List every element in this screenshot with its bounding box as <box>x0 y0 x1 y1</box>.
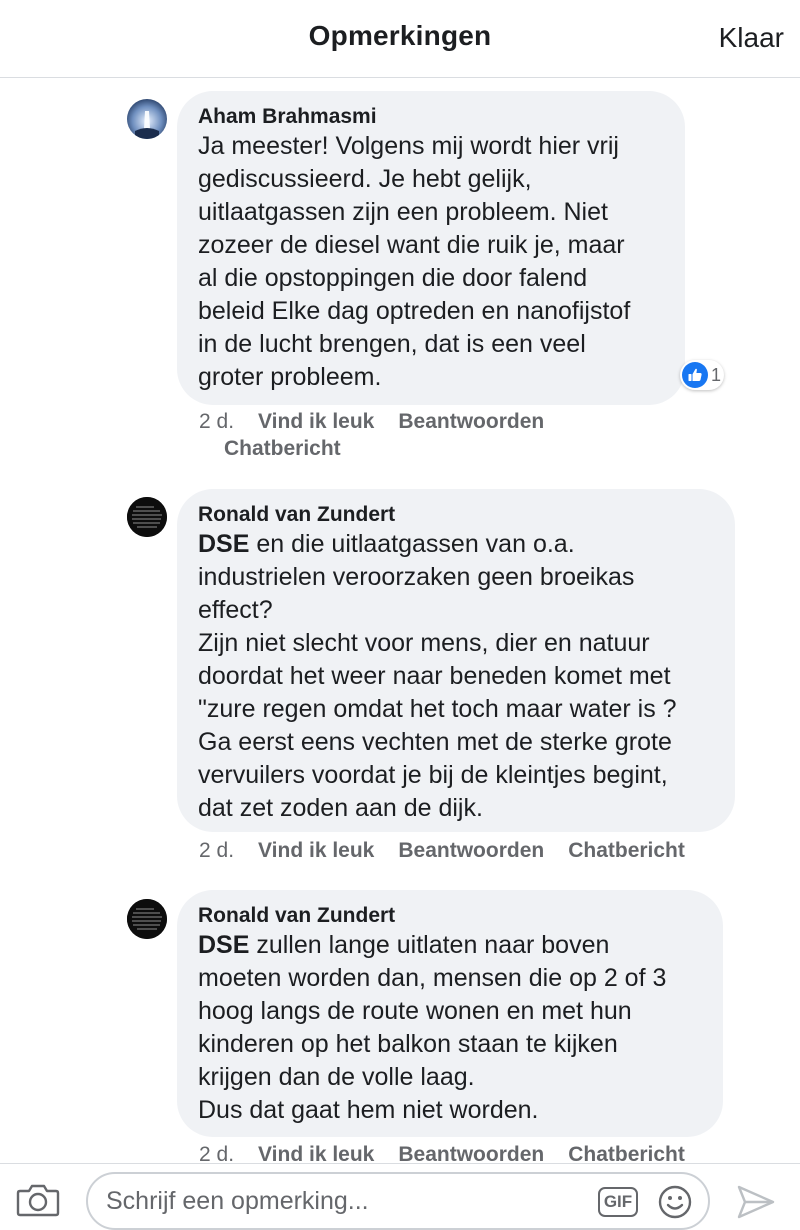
comment-author[interactable]: Ronald van Zundert <box>198 502 715 528</box>
like-link[interactable]: Vind ik leuk <box>258 839 374 862</box>
avatar[interactable] <box>127 899 167 939</box>
comment-body: zullen lange uitlaten naar boven moeten … <box>198 931 667 1124</box>
comment-actions: 2 d. Vind ik leuk Beantwoorden Chatbericht <box>199 837 709 864</box>
comment-bubble[interactable]: Ronald van Zundert DSE zullen lange uitl… <box>177 890 723 1137</box>
comment-author[interactable]: Ronald van Zundert <box>198 903 703 929</box>
reply-link[interactable]: Beantwoorden <box>398 839 544 862</box>
comment-actions: 2 d. Vind ik leuk Beantwoorden Chatbericht <box>199 408 568 462</box>
comment-input-container: GIF <box>86 1172 710 1230</box>
mention-tag[interactable]: DSE <box>198 931 249 959</box>
message-link[interactable]: Chatbericht <box>224 435 568 462</box>
comment-body: en die uitlaatgassen van o.a. industriel… <box>198 530 677 822</box>
comment-text: DSE zullen lange uitlaten naar boven moe… <box>198 929 703 1127</box>
reaction-count: 1 <box>711 364 722 385</box>
avatar[interactable] <box>127 99 167 139</box>
comment-list[interactable]: Aham Brahmasmi Ja meester! Volgens mij w… <box>0 79 800 1163</box>
send-icon[interactable] <box>736 1184 776 1220</box>
done-button[interactable]: Klaar <box>719 22 784 54</box>
comment-text: DSE en die uitlaatgassen van o.a. indust… <box>198 528 715 825</box>
comment-timestamp[interactable]: 2 d. <box>199 839 234 862</box>
comment-timestamp[interactable]: 2 d. <box>199 410 234 433</box>
reaction-badge[interactable]: 1 <box>680 360 724 390</box>
like-link[interactable]: Vind ik leuk <box>258 410 374 433</box>
smiley-icon[interactable] <box>658 1185 692 1219</box>
comment-bubble[interactable]: Ronald van Zundert DSE en die uitlaatgas… <box>177 489 735 832</box>
comment-composer: GIF <box>0 1163 800 1230</box>
comment-text: Ja meester! Volgens mij wordt hier vrij … <box>198 132 631 391</box>
message-link[interactable]: Chatbericht <box>568 839 685 862</box>
gif-button[interactable]: GIF <box>598 1187 638 1217</box>
reply-link[interactable]: Beantwoorden <box>398 1143 544 1163</box>
mention-tag[interactable]: DSE <box>198 530 249 558</box>
comment-timestamp[interactable]: 2 d. <box>199 1143 234 1163</box>
message-link[interactable]: Chatbericht <box>568 1143 685 1163</box>
comment-bubble[interactable]: Aham Brahmasmi Ja meester! Volgens mij w… <box>177 91 685 405</box>
reply-link[interactable]: Beantwoorden <box>398 410 544 433</box>
like-link[interactable]: Vind ik leuk <box>258 1143 374 1163</box>
comment-input[interactable] <box>106 1184 576 1218</box>
page-title: Opmerkingen <box>308 20 492 51</box>
camera-icon[interactable] <box>16 1183 60 1217</box>
top-bar: Opmerkingen Klaar <box>0 0 800 78</box>
thumbs-up-icon <box>682 362 708 388</box>
comment-actions: 2 d. Vind ik leuk Beantwoorden Chatbericht <box>199 1141 709 1163</box>
avatar[interactable] <box>127 497 167 537</box>
comment-author[interactable]: Aham Brahmasmi <box>198 104 665 130</box>
